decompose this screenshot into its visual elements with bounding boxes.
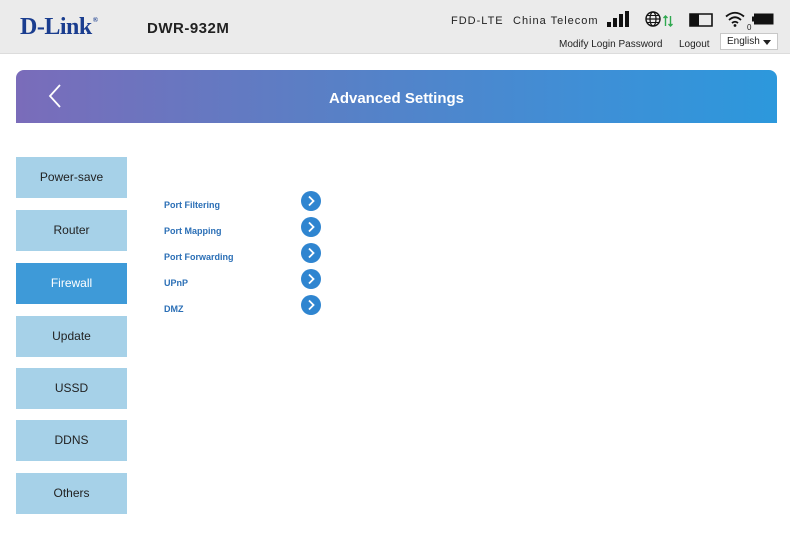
caret-down-icon — [763, 40, 771, 45]
port-filtering-link[interactable]: Port Filtering — [164, 191, 344, 214]
sidebar-item-power-save[interactable]: Power-save — [16, 157, 127, 198]
port-forwarding-link[interactable]: Port Forwarding — [164, 243, 344, 266]
dmz-link[interactable]: DMZ — [164, 295, 344, 318]
logo-registered-mark: ® — [92, 16, 98, 24]
sidebar-item-ussd[interactable]: USSD — [16, 368, 127, 409]
sidebar-item-others[interactable]: Others — [16, 473, 127, 514]
link-label: UPnP — [164, 278, 189, 288]
model-name: DWR-932M — [147, 20, 230, 37]
page-title: Advanced Settings — [328, 90, 465, 107]
link-label: Port Mapping — [164, 226, 222, 236]
sidebar-item-update[interactable]: Update — [16, 316, 127, 357]
sim-card-icon — [689, 13, 713, 27]
language-select[interactable]: English — [720, 33, 778, 50]
top-bar: D-Link® DWR-932M FDD-LTE China Telecom 0… — [0, 0, 790, 54]
chevron-right-circle-icon[interactable] — [301, 269, 321, 289]
chevron-right-circle-icon[interactable] — [301, 243, 321, 263]
port-mapping-link[interactable]: Port Mapping — [164, 217, 344, 240]
dlink-logo: D-Link® — [20, 14, 98, 41]
chevron-right-circle-icon[interactable] — [301, 217, 321, 237]
network-type: FDD-LTE — [451, 15, 504, 27]
modify-login-password-link[interactable]: Modify Login Password — [559, 39, 662, 50]
signal-strength-icon — [607, 11, 629, 27]
sidebar-item-ddns[interactable]: DDNS — [16, 420, 127, 461]
chevron-right-circle-icon[interactable] — [301, 191, 321, 211]
globe-icon — [645, 11, 661, 27]
upnp-link[interactable]: UPnP — [164, 269, 344, 292]
data-arrows-icon — [663, 15, 673, 27]
sidebar-item-router[interactable]: Router — [16, 210, 127, 251]
link-label: Port Filtering — [164, 200, 220, 210]
language-value: English — [727, 36, 760, 47]
logo-text: D-Link — [20, 14, 92, 40]
logout-link[interactable]: Logout — [679, 39, 710, 50]
sidebar-item-firewall[interactable]: Firewall — [16, 263, 127, 304]
link-label: Port Forwarding — [164, 252, 234, 262]
link-label: DMZ — [164, 304, 184, 314]
wifi-client-count: 0 — [747, 23, 752, 32]
wifi-icon — [725, 11, 745, 27]
battery-icon — [752, 13, 774, 25]
carrier-name: China Telecom — [513, 15, 599, 27]
chevron-right-circle-icon[interactable] — [301, 295, 321, 315]
page-header-banner: Advanced Settings — [16, 70, 777, 123]
